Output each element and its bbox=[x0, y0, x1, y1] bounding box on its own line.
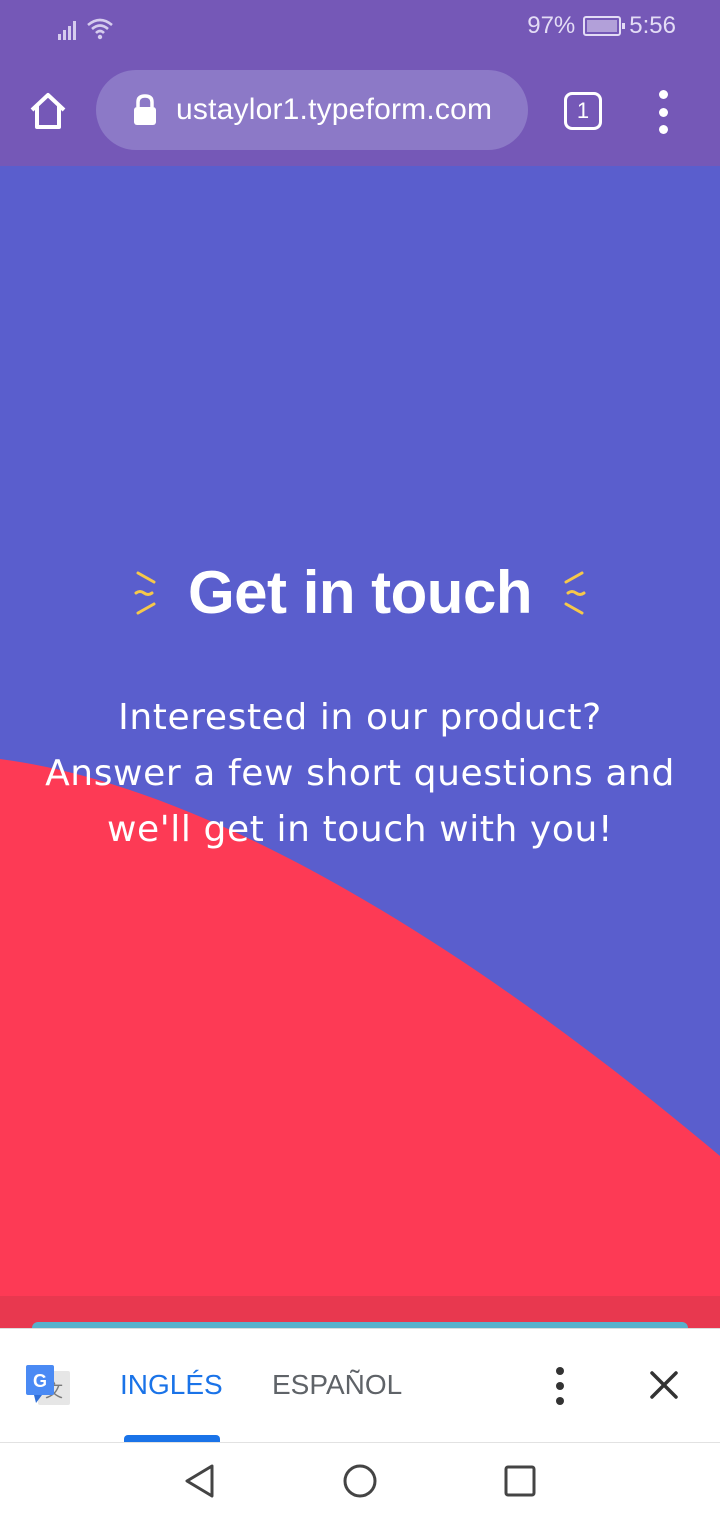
google-translate-icon: 文 G bbox=[26, 1365, 70, 1405]
subtitle-line: Answer a few short questions and bbox=[45, 753, 675, 794]
subtitle-line: we'll get in touch with you! bbox=[107, 809, 613, 850]
close-icon[interactable] bbox=[644, 1365, 684, 1405]
typeform-welcome: Get in touch Interested in our product? … bbox=[0, 166, 720, 1328]
translate-bar: 文 G INGLÉS ESPAÑOL bbox=[0, 1328, 720, 1443]
status-right: 97% 5:56 bbox=[527, 12, 676, 40]
page-title: Get in touch bbox=[188, 559, 532, 626]
home-icon bbox=[30, 93, 66, 129]
tab-source-language[interactable]: INGLÉS bbox=[120, 1369, 223, 1401]
sparkle-right-icon bbox=[564, 571, 586, 614]
tab-count: 1 bbox=[576, 98, 590, 123]
more-vert-icon[interactable] bbox=[552, 1367, 568, 1405]
more-vert-icon[interactable] bbox=[648, 90, 678, 134]
url-bar[interactable]: ustaylor1.typeform.com bbox=[96, 70, 528, 150]
home-circle-icon[interactable] bbox=[342, 1463, 378, 1499]
home-button[interactable] bbox=[24, 84, 72, 138]
status-bar: 97% 5:56 bbox=[0, 0, 720, 56]
title-row: Get in touch bbox=[0, 558, 720, 627]
clock: 5:56 bbox=[629, 12, 676, 39]
recents-icon[interactable] bbox=[502, 1463, 538, 1499]
svg-text:G: G bbox=[33, 1371, 47, 1391]
battery-charging-icon bbox=[583, 16, 626, 36]
page-subtitle: Interested in our product? Answer a few … bbox=[0, 690, 720, 858]
back-icon[interactable] bbox=[182, 1463, 218, 1499]
sparkle-left-icon bbox=[134, 571, 156, 614]
battery-percent: 97% bbox=[527, 12, 576, 39]
wifi-icon bbox=[87, 18, 113, 40]
tab-target-language[interactable]: ESPAÑOL bbox=[272, 1369, 402, 1401]
tabs-button[interactable]: 1 bbox=[564, 92, 602, 130]
lock-icon bbox=[132, 93, 158, 127]
system-nav-bar bbox=[0, 1442, 720, 1520]
url-text: ustaylor1.typeform.com bbox=[176, 93, 493, 126]
browser-toolbar: ustaylor1.typeform.com 1 bbox=[0, 56, 720, 166]
signal-icon bbox=[58, 21, 76, 40]
subtitle-line: Interested in our product? bbox=[118, 697, 602, 738]
status-left bbox=[58, 14, 114, 40]
